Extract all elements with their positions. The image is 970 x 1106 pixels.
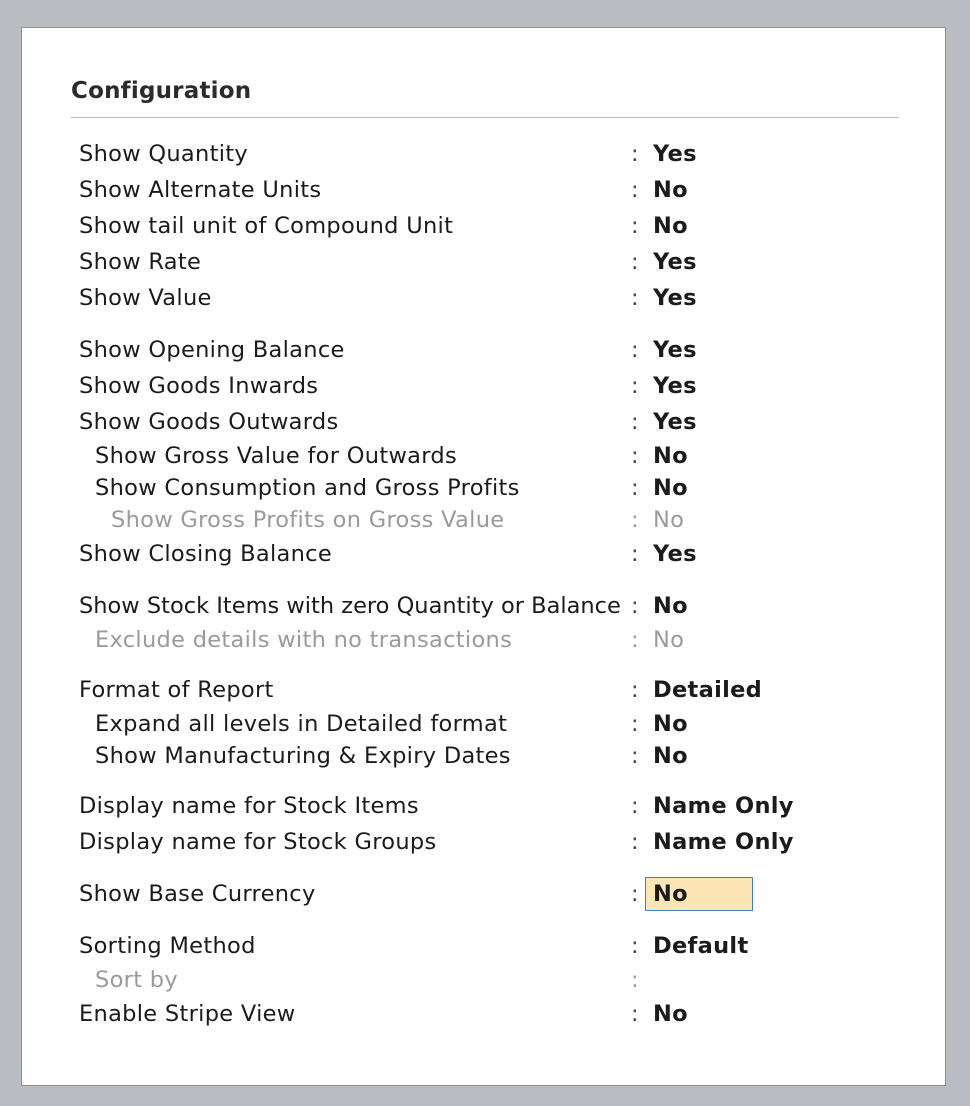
row-colon: : <box>631 213 639 239</box>
row-colon: : <box>631 829 639 855</box>
base-currency-field[interactable]: No <box>645 877 753 911</box>
config-row-show-tail-unit[interactable]: Show tail unit of Compound Unit : No <box>79 210 899 242</box>
config-row-display-name-stock-items[interactable]: Display name for Stock Items : Name Only <box>79 790 899 822</box>
row-colon: : <box>631 933 639 959</box>
row-value[interactable]: No <box>653 210 688 242</box>
row-value[interactable]: Yes <box>653 282 697 314</box>
configuration-panel: Configuration Show Quantity : Yes Show A… <box>21 27 946 1086</box>
row-value[interactable]: Yes <box>653 246 697 278</box>
row-value[interactable]: Yes <box>653 370 697 402</box>
row-value[interactable]: No <box>653 590 688 622</box>
row-colon: : <box>631 711 639 737</box>
row-label: Show Goods Inwards <box>79 373 319 399</box>
config-row-show-gross-profits-gross-value: Show Gross Profits on Gross Value : No <box>79 504 899 536</box>
config-row-display-name-stock-groups[interactable]: Display name for Stock Groups : Name Onl… <box>79 826 899 858</box>
row-label: Show Goods Outwards <box>79 409 339 435</box>
row-label: Display name for Stock Groups <box>79 829 437 855</box>
row-value[interactable]: Yes <box>653 334 697 366</box>
row-label: Show Base Currency <box>79 881 316 907</box>
config-row-show-zero-quantity-items[interactable]: Show Stock Items with zero Quantity or B… <box>79 590 899 622</box>
row-colon: : <box>631 967 639 993</box>
panel-title: Configuration <box>71 78 252 104</box>
row-value[interactable]: Yes <box>653 138 697 170</box>
row-value[interactable]: Name Only <box>653 826 794 858</box>
row-value[interactable]: No <box>653 440 688 472</box>
config-row-show-rate[interactable]: Show Rate : Yes <box>79 246 899 278</box>
row-label: Enable Stripe View <box>79 1001 296 1027</box>
row-label: Show Closing Balance <box>79 541 332 567</box>
row-value[interactable]: No <box>653 998 688 1030</box>
row-value[interactable]: No <box>653 174 688 206</box>
title-divider <box>71 117 899 118</box>
row-value[interactable]: No <box>653 472 688 504</box>
row-colon: : <box>631 1001 639 1027</box>
row-colon: : <box>631 793 639 819</box>
row-label: Show Value <box>79 285 212 311</box>
row-label: Show Gross Profits on Gross Value <box>111 507 505 533</box>
config-row-show-quantity[interactable]: Show Quantity : Yes <box>79 138 899 170</box>
row-value[interactable]: Detailed <box>653 674 762 706</box>
row-label: Sorting Method <box>79 933 256 959</box>
row-colon: : <box>631 249 639 275</box>
config-row-show-gross-value-outwards[interactable]: Show Gross Value for Outwards : No <box>79 440 899 472</box>
config-row-show-base-currency[interactable]: Show Base Currency : No <box>79 877 899 911</box>
row-label: Show Stock Items with zero Quantity or B… <box>79 593 621 619</box>
row-label: Show Quantity <box>79 141 248 167</box>
row-colon: : <box>631 507 639 533</box>
row-colon: : <box>631 475 639 501</box>
config-row-show-opening-balance[interactable]: Show Opening Balance : Yes <box>79 334 899 366</box>
row-label: Show Manufacturing & Expiry Dates <box>95 743 511 769</box>
row-label: Expand all levels in Detailed format <box>95 711 508 737</box>
row-value[interactable]: Default <box>653 930 749 962</box>
row-label: Show Opening Balance <box>79 337 345 363</box>
row-label: Show Rate <box>79 249 202 275</box>
config-row-show-goods-inwards[interactable]: Show Goods Inwards : Yes <box>79 370 899 402</box>
row-label: Show tail unit of Compound Unit <box>79 213 454 239</box>
config-row-show-goods-outwards[interactable]: Show Goods Outwards : Yes <box>79 406 899 438</box>
row-colon: : <box>631 409 639 435</box>
row-value[interactable]: No <box>653 708 688 740</box>
row-label: Display name for Stock Items <box>79 793 419 819</box>
config-row-show-consumption-gross-profits[interactable]: Show Consumption and Gross Profits : No <box>79 472 899 504</box>
row-value[interactable]: Yes <box>653 406 697 438</box>
row-value[interactable]: No <box>653 740 688 772</box>
row-colon: : <box>631 593 639 619</box>
row-label: Exclude details with no transactions <box>95 627 513 653</box>
config-row-show-mfg-expiry-dates[interactable]: Show Manufacturing & Expiry Dates : No <box>79 740 899 772</box>
config-row-show-closing-balance[interactable]: Show Closing Balance : Yes <box>79 538 899 570</box>
config-row-format-of-report[interactable]: Format of Report : Detailed <box>79 674 899 706</box>
row-value: No <box>653 627 685 653</box>
row-label: Format of Report <box>79 677 274 703</box>
row-label: Show Consumption and Gross Profits <box>95 475 520 501</box>
row-colon: : <box>631 541 639 567</box>
config-row-expand-all-levels[interactable]: Expand all levels in Detailed format : N… <box>79 708 899 740</box>
config-row-sort-by: Sort by : <box>79 964 899 996</box>
row-value[interactable]: Name Only <box>653 790 794 822</box>
row-label: Show Gross Value for Outwards <box>95 443 457 469</box>
row-colon: : <box>631 285 639 311</box>
row-colon: : <box>631 881 639 907</box>
config-row-show-alternate-units[interactable]: Show Alternate Units : No <box>79 174 899 206</box>
row-colon: : <box>631 337 639 363</box>
row-colon: : <box>631 141 639 167</box>
config-row-exclude-no-transactions: Exclude details with no transactions : N… <box>79 624 899 656</box>
row-colon: : <box>631 743 639 769</box>
row-colon: : <box>631 627 639 653</box>
config-row-enable-stripe-view[interactable]: Enable Stripe View : No <box>79 998 899 1030</box>
row-value: No <box>653 507 685 533</box>
row-label: Show Alternate Units <box>79 177 322 203</box>
row-value[interactable]: Yes <box>653 538 697 570</box>
row-colon: : <box>631 373 639 399</box>
row-colon: : <box>631 177 639 203</box>
config-row-show-value[interactable]: Show Value : Yes <box>79 282 899 314</box>
row-colon: : <box>631 677 639 703</box>
config-row-sorting-method[interactable]: Sorting Method : Default <box>79 930 899 962</box>
row-label: Sort by <box>95 967 178 993</box>
row-colon: : <box>631 443 639 469</box>
